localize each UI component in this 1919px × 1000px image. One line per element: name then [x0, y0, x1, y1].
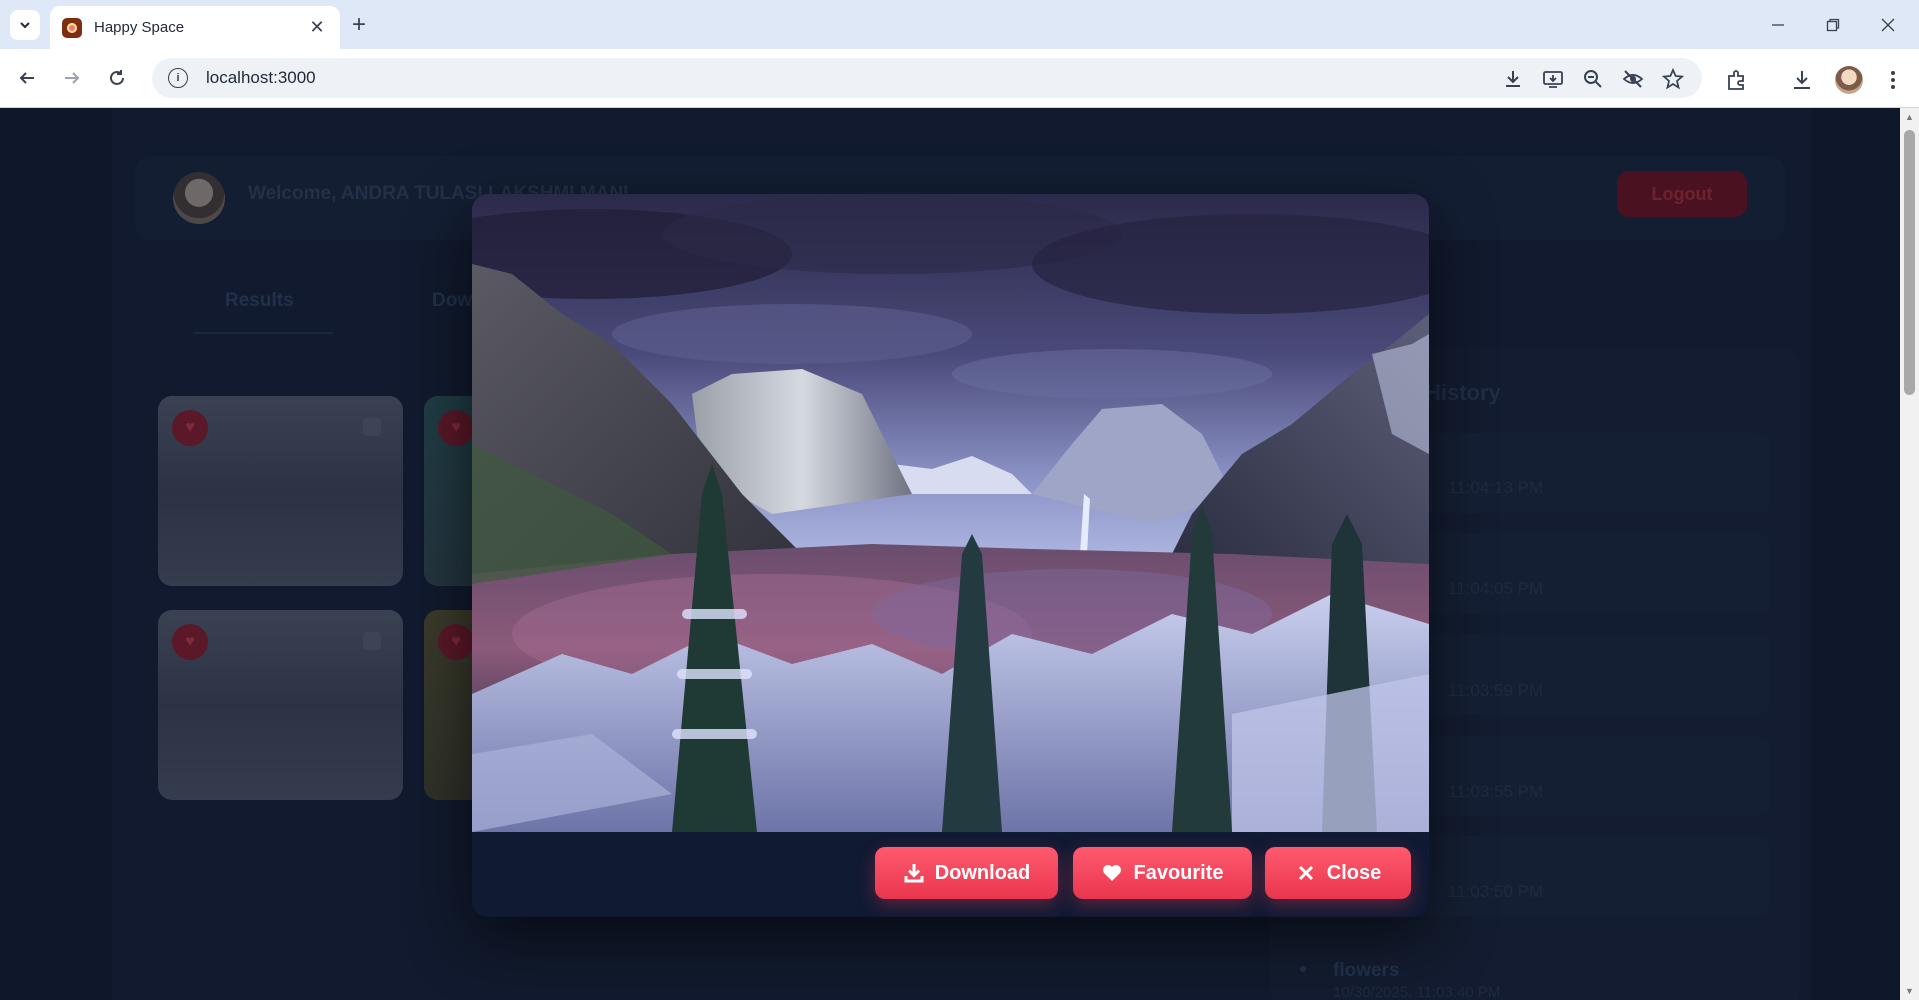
close-label: Close: [1326, 861, 1382, 884]
page-scrollbar[interactable]: ▲ ▼: [1900, 108, 1919, 1000]
heart-icon: [1103, 865, 1122, 881]
reload-icon: [110, 70, 124, 85]
result-card[interactable]: ♥: [158, 610, 403, 800]
restore-icon: [1826, 18, 1840, 32]
history-title: History: [1425, 380, 1501, 405]
minimize-button[interactable]: [1755, 10, 1801, 40]
zoom-icon[interactable]: [1582, 68, 1604, 90]
arrow-left-icon: [19, 72, 34, 84]
preview-image: [472, 194, 1429, 832]
history-time: 11:03:59 PM: [1448, 681, 1544, 700]
heart-icon[interactable]: ♥: [172, 624, 208, 660]
restore-button[interactable]: [1810, 10, 1856, 40]
download-label: Download: [934, 861, 1031, 884]
favourite-label: Favourite: [1133, 861, 1224, 884]
scroll-thumb[interactable]: [1904, 130, 1915, 395]
modal-actions: Download Favourite Close: [472, 832, 1429, 917]
select-checkbox[interactable]: [363, 632, 381, 650]
extensions-icon[interactable]: [1725, 68, 1749, 92]
close-window-button[interactable]: [1865, 10, 1911, 40]
reload-button[interactable]: [100, 61, 134, 95]
logout-button[interactable]: Logout: [1617, 171, 1747, 217]
heart-icon[interactable]: ♥: [438, 410, 474, 446]
more-menu-icon[interactable]: [1881, 68, 1905, 92]
browser-chrome: Happy Space ✕ + i localhost:3000: [0, 0, 1919, 108]
star-icon[interactable]: [1662, 68, 1684, 90]
browser-toolbar: i localhost:3000: [0, 49, 1919, 108]
history-query: flowers: [1333, 960, 1400, 981]
tab-search-button[interactable]: [10, 10, 40, 40]
heart-icon[interactable]: ♥: [438, 624, 474, 660]
eye-off-icon[interactable]: [1622, 68, 1644, 90]
history-bullet: [1300, 966, 1306, 972]
download-page-icon[interactable]: [1502, 68, 1524, 90]
history-time: 11:04:05 PM: [1448, 579, 1544, 598]
close-icon: [1298, 865, 1313, 881]
downloads-icon[interactable]: [1790, 68, 1814, 92]
tab-title: Happy Space: [94, 19, 185, 36]
close-tab-icon[interactable]: ✕: [306, 17, 328, 38]
forward-button[interactable]: [55, 61, 89, 95]
tab-results[interactable]: Results: [225, 290, 294, 312]
image-preview-modal: Download Favourite Close: [472, 194, 1429, 917]
history-date: 10/30/2025, 11:03:40 PM: [1333, 984, 1501, 1000]
history-time: 11:03:50 PM: [1448, 882, 1544, 901]
history-time: 11:03:55 PM: [1448, 782, 1544, 801]
new-tab-button[interactable]: +: [352, 12, 366, 38]
address-bar[interactable]: i localhost:3000: [152, 58, 1702, 98]
chevron-down-icon: [20, 22, 30, 29]
favourite-button[interactable]: Favourite: [1073, 847, 1252, 899]
profile-avatar[interactable]: [1835, 66, 1863, 94]
select-checkbox[interactable]: [363, 418, 381, 436]
download-button[interactable]: Download: [875, 847, 1058, 899]
install-app-icon[interactable]: [1542, 68, 1564, 90]
download-icon: [904, 864, 924, 883]
active-tab-indicator: [193, 332, 333, 334]
back-button[interactable]: [10, 61, 44, 95]
close-icon: [1881, 18, 1895, 32]
history-time: 11:04:13 PM: [1448, 478, 1544, 497]
favicon-icon: [62, 17, 82, 38]
site-info-icon[interactable]: i: [168, 68, 188, 88]
scroll-up-icon[interactable]: ▲: [1904, 112, 1915, 122]
user-avatar: [173, 172, 225, 224]
scroll-down-icon[interactable]: ▼: [1904, 986, 1915, 996]
result-card[interactable]: ♥: [158, 396, 403, 586]
arrow-right-icon: [65, 72, 80, 84]
url-text: localhost:3000: [206, 68, 316, 87]
minimize-icon: [1772, 24, 1784, 26]
heart-icon[interactable]: ♥: [172, 410, 208, 446]
close-button[interactable]: Close: [1265, 847, 1411, 899]
tab-strip: Happy Space ✕ +: [0, 0, 1919, 49]
browser-tab[interactable]: Happy Space ✕: [50, 6, 340, 49]
